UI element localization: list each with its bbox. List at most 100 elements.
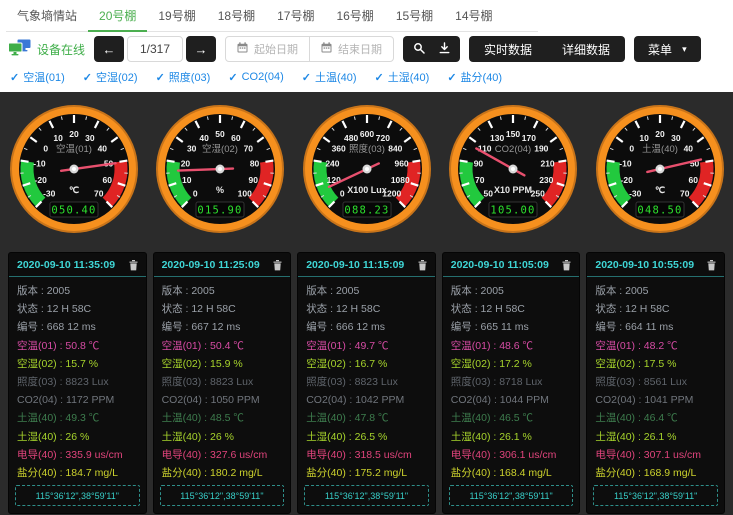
svg-text:480: 480 [344,132,358,142]
gauge-unit: X10 PPM [494,185,532,195]
svg-text:-20: -20 [34,174,47,184]
data-row-空湿(02): 空湿(02) : 15.7 % [17,355,138,373]
gauge-readout: 048.50 [637,204,682,216]
data-row-CO2(04): CO2(04) : 1172 PPM [17,391,138,409]
svg-text:70: 70 [680,188,690,198]
check-icon: ✓ [302,71,311,84]
coordinates-badge[interactable]: 115°36'12",38°59'11" [593,485,718,506]
sensor-checkbox-空温(01)[interactable]: ✓空温(01) [10,69,65,85]
chevron-down-icon: ▾ [682,44,687,55]
prev-page-button[interactable]: ← [94,36,124,62]
data-panel: 2020-09-10 11:35:09版本 : 2005状态 : 12 H 58… [8,252,147,514]
svg-text:40: 40 [97,143,107,153]
data-row-空温(01): 空温(01) : 50.8 ℃ [17,337,138,355]
trash-icon[interactable] [273,260,282,271]
svg-text:0: 0 [193,188,198,198]
data-row-电导(40): 电导(40) : 306.1 us/cm [451,446,572,464]
trash-icon[interactable] [562,260,571,271]
tab-19号棚[interactable]: 19号棚 [147,0,206,31]
svg-text:170: 170 [522,132,536,142]
coordinates-badge[interactable]: 115°36'12",38°59'11" [160,485,285,506]
gauge-dial: 507090110130150170190210230250CO2(04)X10… [440,99,586,241]
data-buttons-group: 实时数据 详细数据 [469,36,625,62]
data-row-盐分(40): 盐分(40) : 168.4 mg/L [451,464,572,482]
svg-text:60: 60 [102,174,112,184]
sensor-checkbox-土湿(40)[interactable]: ✓土湿(40) [375,69,430,85]
calendar-icon [237,42,248,56]
svg-text:40: 40 [199,132,209,142]
data-row-电导(40): 电导(40) : 307.1 us/cm [595,446,716,464]
svg-text:10: 10 [53,132,63,142]
device-online-status: 设备在线 [8,39,85,59]
data-row-空湿(02): 空湿(02) : 17.5 % [595,355,716,373]
gauge-unit: X100 Lux [347,185,387,195]
coordinates-badge[interactable]: 115°36'12",38°59'11" [304,485,429,506]
gauge-空温(01): -30-20-10010203040506070空温(01)℃050.40 [1,99,147,241]
gauge-dial: -30-20-10010203040506070土温(40)℃048.50 [587,99,733,241]
sensor-label: 照度(03) [169,69,211,85]
gauge-readout: 015.90 [197,204,242,216]
data-row-编号: 编号 : 667 12 ms [162,318,283,336]
tab-20号棚[interactable]: 20号棚 [88,0,147,32]
panel-header: 2020-09-10 11:05:09 [443,253,580,277]
svg-text:1080: 1080 [390,174,409,184]
tab-17号棚[interactable]: 17号棚 [266,0,325,31]
sensor-label: 盐分(40) [461,69,503,85]
search-button[interactable] [406,36,432,62]
data-row-土湿(40): 土湿(40) : 26.1 % [595,428,716,446]
menu-button[interactable]: 菜单 ▾ [634,36,701,62]
search-download-group [403,36,460,62]
coordinates-badge[interactable]: 115°36'12",38°59'11" [449,485,574,506]
trash-icon[interactable] [707,260,716,271]
sensor-checkbox-土温(40)[interactable]: ✓土温(40) [302,69,357,85]
data-row-CO2(04): CO2(04) : 1044 PPM [451,391,572,409]
download-icon [439,42,450,57]
tab-15号棚[interactable]: 15号棚 [385,0,444,31]
start-date-input[interactable]: 起始日期 [226,37,309,61]
panel-rows: 版本 : 2005状态 : 12 H 58C编号 : 664 11 ms空温(0… [587,277,724,482]
page: 气象墒情站20号棚19号棚18号棚17号棚16号棚15号棚14号棚 设备在线 ←… [0,0,733,515]
svg-text:960: 960 [394,158,408,168]
gauge-unit: % [216,185,224,195]
coordinates-badge[interactable]: 115°36'12",38°59'11" [15,485,140,506]
data-row-盐分(40): 盐分(40) : 180.2 mg/L [162,464,283,482]
trash-icon[interactable] [418,260,427,271]
tab-气象墒情站[interactable]: 气象墒情站 [6,0,88,31]
data-row-土温(40): 土温(40) : 46.4 ℃ [595,409,716,427]
tab-16号棚[interactable]: 16号棚 [325,0,384,31]
gauge-title: 空湿(02) [202,143,238,155]
data-row-状态: 状态 : 12 H 58C [162,300,283,318]
svg-text:0: 0 [339,188,344,198]
svg-text:-10: -10 [33,158,46,168]
tab-18号棚[interactable]: 18号棚 [207,0,266,31]
panel-header: 2020-09-10 11:35:09 [9,253,146,277]
gauge-readout: 088.23 [344,204,389,216]
svg-text:600: 600 [359,129,373,139]
tab-14号棚[interactable]: 14号棚 [444,0,503,31]
timestamp: 2020-09-10 10:55:09 [595,259,694,271]
panel-header: 2020-09-10 11:25:09 [154,253,291,277]
svg-text:150: 150 [506,129,520,139]
next-page-button[interactable]: → [186,36,216,62]
svg-text:20: 20 [655,129,665,139]
sensor-checkbox-照度(03)[interactable]: ✓照度(03) [156,69,211,85]
pagination: ← 1/317 → [94,36,216,62]
trash-icon[interactable] [129,260,138,271]
end-date-input[interactable]: 结束日期 [310,37,393,61]
data-row-状态: 状态 : 12 H 58C [451,300,572,318]
sensor-checkbox-盐分(40)[interactable]: ✓盐分(40) [447,69,502,85]
detail-data-button[interactable]: 详细数据 [547,36,625,62]
download-button[interactable] [432,36,457,62]
data-row-编号: 编号 : 664 11 ms [595,318,716,336]
gauge-readout: 105.00 [490,204,535,216]
gauge-照度(03): 012024036048060072084096010801200照度(03)X… [294,99,440,241]
svg-text:20: 20 [181,158,191,168]
sensor-checkbox-空湿(02)[interactable]: ✓空湿(02) [83,69,138,85]
panel-rows: 版本 : 2005状态 : 12 H 58C编号 : 668 12 ms空温(0… [9,277,146,482]
data-row-土湿(40): 土湿(40) : 26 % [17,428,138,446]
menu-label: 菜单 [648,41,672,58]
sensor-checkbox-CO2(04)[interactable]: ✓CO2(04) [228,69,283,85]
svg-text:30: 30 [85,132,95,142]
svg-text:130: 130 [490,132,504,142]
realtime-data-button[interactable]: 实时数据 [469,36,547,62]
